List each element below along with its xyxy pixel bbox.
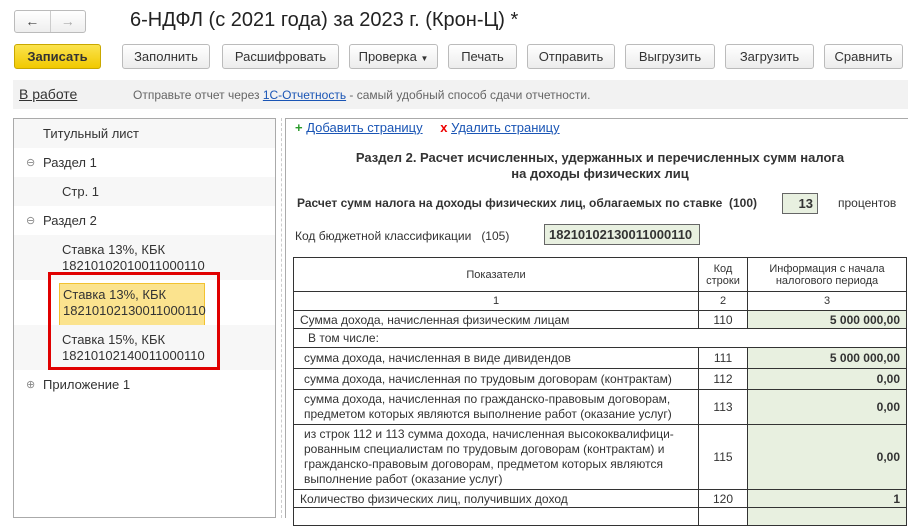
status-message: Отправьте отчет через 1С-Отчетность - са… [133, 88, 590, 102]
table-row: сумма дохода, начисленная по трудовым до… [293, 368, 907, 390]
row-code: 115 [698, 424, 748, 490]
table-row: Количество физических лиц, получивших до… [293, 489, 907, 508]
forward-button[interactable]: → [51, 11, 86, 32]
row-label: сумма дохода, начисленная в виде дивиден… [293, 347, 699, 369]
tree-item-page-1[interactable]: Стр. 1 [14, 177, 275, 206]
row-code: 110 [698, 310, 748, 329]
save-button[interactable]: Записать [14, 44, 101, 69]
delete-page-link[interactable]: Удалить страницу [451, 120, 560, 135]
decode-button[interactable]: Расшифровать [222, 44, 339, 69]
section-title: Раздел 2. Расчет исчисленных, удержанных… [300, 150, 900, 182]
row-code [698, 507, 748, 526]
compare-button[interactable]: Сравнить [824, 44, 903, 69]
tree-label: Стр. 1 [62, 184, 100, 199]
indicators-table: Показатели Код строки Информация с начал… [293, 257, 907, 526]
table-row: сумма дохода, начисленная в виде дивиден… [293, 347, 907, 369]
msg-text: Отправьте отчет через [133, 88, 263, 102]
tree-item-section-1[interactable]: ⊖ Раздел 1 [14, 148, 275, 177]
row-value[interactable] [747, 507, 907, 526]
print-button[interactable]: Печать [448, 44, 517, 69]
header-indicators: Показатели [293, 257, 699, 292]
kbk-label-text: Код бюджетной классификации [295, 229, 472, 243]
rate-label-text: Расчет сумм налога на доходы физических … [297, 196, 723, 210]
page-actions: + Добавить страницу x Удалить страницу [295, 120, 560, 135]
row-label: из строк 112 и 113 сумма дохода, начисле… [293, 424, 699, 490]
tree-label: Раздел 2 [43, 213, 97, 228]
table-header-row: Показатели Код строки Информация с начал… [293, 257, 907, 292]
status-bar: В работе Отправьте отчет через 1С-Отчетн… [13, 80, 908, 109]
row-value[interactable]: 0,00 [747, 368, 907, 390]
title-line: на доходы физических лиц [511, 166, 689, 181]
row-value[interactable]: 0,00 [747, 389, 907, 425]
highlight-annotation [48, 272, 220, 370]
fill-button[interactable]: Заполнить [122, 44, 210, 69]
row-code: 113 [698, 389, 748, 425]
table-row: В том числе: [293, 328, 907, 348]
export-button[interactable]: Выгрузить [625, 44, 715, 69]
delete-icon: x [440, 120, 448, 135]
back-button[interactable]: ← [15, 11, 51, 32]
check-button[interactable]: Проверка ▼ [349, 44, 438, 69]
kbk-label: Код бюджетной классификации (105) [295, 229, 509, 243]
tree-item-section-2[interactable]: ⊖ Раздел 2 [14, 206, 275, 235]
row-label: Количество физических лиц, получивших до… [293, 489, 699, 508]
row-value[interactable]: 5 000 000,00 [747, 310, 907, 329]
row-value[interactable]: 0,00 [747, 424, 907, 490]
collapse-icon[interactable]: ⊖ [26, 213, 35, 229]
table-row: Сумма дохода, начисленная физическим лиц… [293, 310, 907, 329]
rate-field[interactable]: 13 [782, 193, 818, 214]
row-value[interactable]: 5 000 000,00 [747, 347, 907, 369]
collapse-icon[interactable]: ⊖ [26, 155, 35, 171]
title-line: Раздел 2. Расчет исчисленных, удержанных… [355, 150, 845, 165]
row-label: сумма дохода, начисленная по трудовым до… [293, 368, 699, 390]
table-row-partial [293, 507, 907, 526]
rate-label: Расчет сумм налога на доходы физических … [297, 196, 757, 210]
tree-label-line: Ставка 13%, КБК [62, 242, 166, 257]
row-label [293, 507, 699, 526]
table-row: сумма дохода, начисленная по гражданско-… [293, 389, 907, 425]
add-icon: + [295, 120, 303, 135]
rate-unit: процентов [838, 196, 897, 210]
kbk-code: (105) [481, 229, 510, 243]
col-number: 3 [747, 291, 907, 311]
rate-code: (100) [728, 196, 757, 210]
row-label: Сумма дохода, начисленная физическим лиц… [293, 310, 699, 329]
col-number: 1 [293, 291, 699, 311]
send-button[interactable]: Отправить [527, 44, 615, 69]
tree-label: Титульный лист [43, 126, 140, 141]
row-label: В том числе: [293, 328, 907, 348]
check-label: Проверка [358, 49, 417, 64]
tree-item-title-page[interactable]: Титульный лист [14, 119, 275, 148]
header-code: Код строки [698, 257, 748, 292]
dropdown-arrow-icon: ▼ [420, 54, 429, 63]
kbk-field[interactable]: 18210102130011000110 [544, 224, 700, 245]
table-number-row: 1 2 3 [293, 291, 907, 311]
row-code: 111 [698, 347, 748, 369]
import-button[interactable]: Загрузить [725, 44, 814, 69]
expand-icon[interactable]: ⊕ [26, 377, 35, 393]
tree-item-appendix-1[interactable]: ⊕ Приложение 1 [14, 370, 275, 399]
window-title: 6-НДФЛ (с 2021 года) за 2023 г. (Крон-Ц)… [130, 9, 519, 31]
header-info: Информация с начала налогового периода [747, 257, 907, 292]
row-code: 120 [698, 489, 748, 508]
tree-label: Раздел 1 [43, 155, 97, 170]
table-row: из строк 112 и 113 сумма дохода, начисле… [293, 424, 907, 490]
tree-label: Приложение 1 [43, 377, 131, 392]
row-label: сумма дохода, начисленная по гражданско-… [293, 389, 699, 425]
msg-text-end: - самый удобный способ сдачи отчетности. [346, 88, 591, 102]
row-code: 112 [698, 368, 748, 390]
row-value[interactable]: 1 [747, 489, 907, 508]
add-page-link[interactable]: Добавить страницу [306, 120, 422, 135]
navigation-buttons: ← → [14, 10, 86, 33]
tree-label: Ставка 13%, КБК 18210102010011000110 [62, 242, 205, 274]
panel-splitter[interactable] [281, 118, 282, 518]
reporting-link[interactable]: 1С-Отчетность [263, 88, 346, 102]
col-number: 2 [698, 291, 748, 311]
status-link[interactable]: В работе [19, 86, 77, 102]
